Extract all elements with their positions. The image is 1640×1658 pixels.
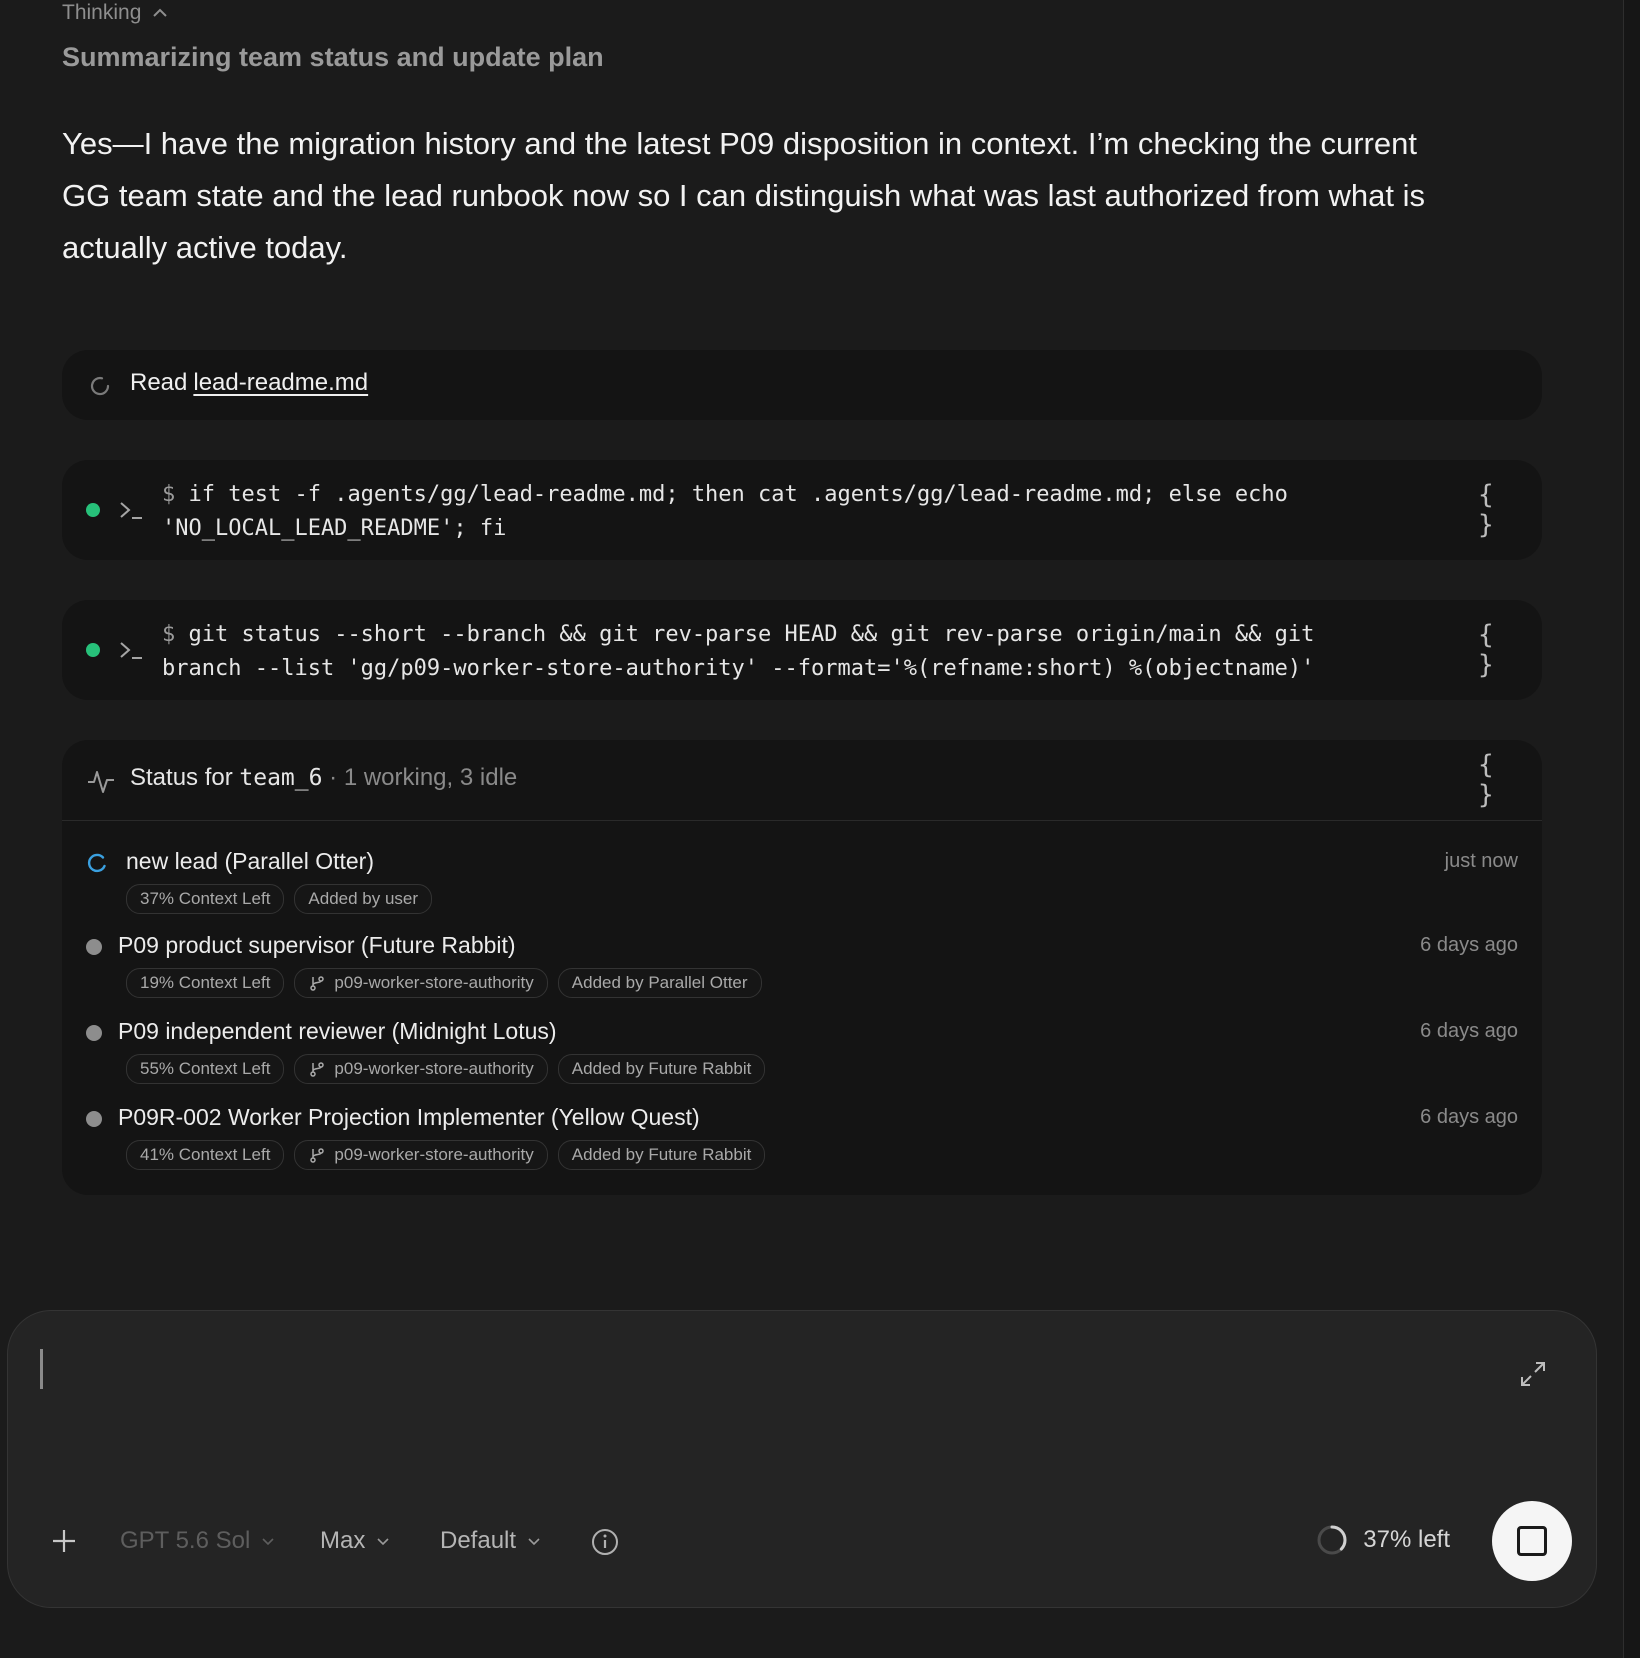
info-icon[interactable] — [590, 1527, 620, 1557]
json-braces-icon[interactable]: { } — [1478, 620, 1514, 680]
chevron-up-icon — [153, 8, 168, 17]
idle-status-dot — [86, 1111, 102, 1127]
working-spinner-icon — [87, 853, 106, 873]
context-left-badge: 55% Context Left — [126, 1054, 285, 1084]
member-time: 6 days ago — [1420, 1020, 1518, 1042]
context-left-label: 37% left — [1363, 1526, 1450, 1553]
thinking-toggle[interactable]: Thinking — [62, 0, 169, 26]
success-status-dot — [86, 503, 100, 517]
context-ring-icon — [1317, 1525, 1347, 1555]
team-name: team_6 — [239, 765, 323, 791]
branch-name: p09-worker-store-authority — [334, 1145, 534, 1164]
read-step-text: Read lead-readme.md — [130, 369, 368, 397]
branch-badge: p09-worker-store-authority — [294, 968, 548, 998]
branch-name: p09-worker-store-authority — [334, 1059, 534, 1078]
command-text: $ if test -f .agents/gg/lead-readme.md; … — [162, 478, 1362, 546]
branch-badge: p09-worker-store-authority — [294, 1140, 548, 1170]
team-member-row[interactable]: P09 product supervisor (Future Rabbit) 6… — [62, 924, 1542, 1004]
idle-status-dot — [86, 1025, 102, 1041]
member-name: P09 product supervisor (Future Rabbit) — [118, 932, 516, 958]
member-name: P09R-002 Worker Projection Implementer (… — [118, 1104, 700, 1130]
read-verb: Read — [130, 369, 188, 396]
member-tags: 41% Context Left p09-worker-store-author… — [126, 1140, 766, 1170]
context-left-badge: 19% Context Left — [126, 968, 285, 998]
effort-label: Max — [320, 1527, 366, 1554]
team-status-header[interactable]: Status for team_6 · 1 working, 3 idle { … — [62, 740, 1542, 821]
idle-status-dot — [86, 939, 102, 955]
member-tags: 19% Context Left p09-worker-store-author… — [126, 968, 762, 998]
message-composer[interactable]: GPT 5.6 Sol Max Default 37% left — [7, 1310, 1597, 1608]
command-text: $ git status --short --branch && git rev… — [162, 618, 1362, 686]
git-branch-icon — [310, 1148, 325, 1163]
activity-pulse-icon — [88, 771, 114, 793]
context-left-badge: 41% Context Left — [126, 1140, 285, 1170]
branch-badge: p09-worker-store-authority — [294, 1054, 548, 1084]
status-prefix: Status for — [130, 764, 233, 791]
terminal-prompt-icon — [120, 502, 142, 519]
branch-name: p09-worker-store-authority — [334, 973, 534, 992]
json-braces-icon[interactable]: { } — [1478, 480, 1514, 540]
context-indicator[interactable]: 37% left — [1315, 1523, 1450, 1557]
effort-selector[interactable]: Max — [320, 1521, 391, 1561]
terminal-prompt-icon — [120, 642, 142, 659]
member-time: 6 days ago — [1420, 934, 1518, 956]
member-tags: 37% Context Left Added by user — [126, 884, 433, 914]
expand-icon[interactable] — [1518, 1359, 1548, 1389]
git-branch-icon — [310, 1062, 325, 1077]
stop-button[interactable] — [1492, 1501, 1572, 1581]
plus-icon[interactable] — [48, 1525, 80, 1557]
loading-spinner-icon — [90, 376, 110, 396]
member-tags: 55% Context Left p09-worker-store-author… — [126, 1054, 766, 1084]
added-by-badge: Added by Parallel Otter — [557, 968, 762, 998]
team-member-row[interactable]: P09R-002 Worker Projection Implementer (… — [62, 1096, 1542, 1176]
command-step[interactable]: $ if test -f .agents/gg/lead-readme.md; … — [62, 460, 1542, 560]
team-status-title: Status for team_6 · 1 working, 3 idle — [130, 764, 517, 792]
read-file-step: Read lead-readme.md — [62, 350, 1542, 420]
team-member-row[interactable]: P09 independent reviewer (Midnight Lotus… — [62, 1010, 1542, 1090]
member-time: 6 days ago — [1420, 1106, 1518, 1128]
team-status-card: Status for team_6 · 1 working, 3 idle { … — [62, 740, 1542, 1195]
command-body: git status --short --branch && git rev-p… — [162, 622, 1315, 681]
member-time: just now — [1444, 850, 1518, 872]
thinking-summary-heading: Summarizing team status and update plan — [62, 42, 604, 72]
chevron-down-icon — [528, 1538, 540, 1546]
chevron-down-icon — [377, 1538, 389, 1546]
thinking-label: Thinking — [62, 1, 142, 24]
mode-label: Default — [440, 1527, 517, 1554]
team-member-row[interactable]: new lead (Parallel Otter) just now 37% C… — [62, 840, 1542, 920]
chevron-down-icon — [262, 1538, 274, 1546]
model-selector[interactable]: GPT 5.6 Sol — [120, 1521, 276, 1561]
json-braces-icon[interactable]: { } — [1478, 750, 1514, 810]
command-body: if test -f .agents/gg/lead-readme.md; th… — [162, 482, 1288, 541]
command-step[interactable]: $ git status --short --branch && git rev… — [62, 600, 1542, 700]
success-status-dot — [86, 643, 100, 657]
added-by-badge: Added by Future Rabbit — [557, 1054, 766, 1084]
mode-selector[interactable]: Default — [440, 1521, 542, 1561]
model-label: GPT 5.6 Sol — [120, 1527, 251, 1554]
command-prefix: $ — [162, 622, 176, 647]
command-prefix: $ — [162, 482, 176, 507]
assistant-message: Yes—I have the migration history and the… — [62, 126, 1426, 265]
read-file-link[interactable]: lead-readme.md — [193, 369, 368, 396]
team-status-summary: · 1 working, 3 idle — [329, 764, 518, 791]
member-name: P09 independent reviewer (Midnight Lotus… — [118, 1018, 557, 1044]
member-name: new lead (Parallel Otter) — [126, 848, 374, 874]
stop-square-icon — [1517, 1526, 1547, 1556]
text-input-caret — [40, 1349, 43, 1389]
added-by-badge: Added by Future Rabbit — [557, 1140, 766, 1170]
added-by-badge: Added by user — [294, 884, 433, 914]
context-left-badge: 37% Context Left — [126, 884, 285, 914]
window-right-edge — [1623, 0, 1640, 1658]
composer-toolbar: GPT 5.6 Sol Max Default 37% left — [8, 1501, 1596, 1581]
git-branch-icon — [310, 976, 325, 991]
